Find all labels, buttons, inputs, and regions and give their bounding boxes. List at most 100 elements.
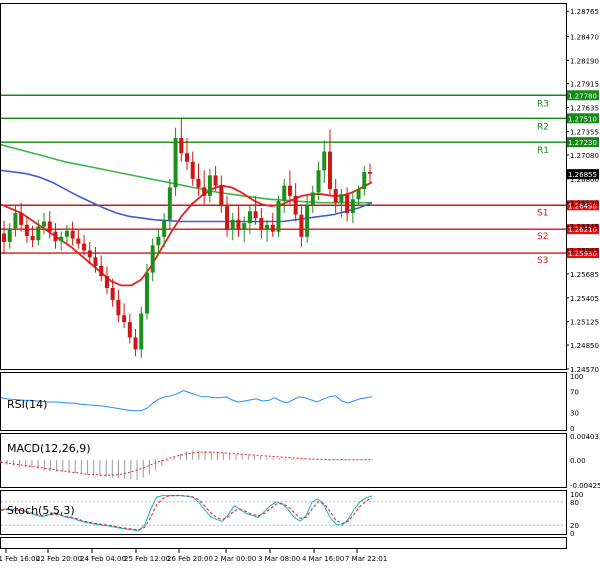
candle-body [316,170,321,193]
level-price-label: 1.27510 [568,115,597,123]
stoch-tick-label: 80 [570,499,579,507]
candle-body [110,287,115,300]
candle-body [242,223,247,230]
candle-body [207,175,212,196]
rsi-label: RSI(14) [7,398,47,411]
y-tick-label: 1.24850 [570,342,599,350]
candle-body [190,161,195,179]
candle-body [179,137,184,154]
y-tick-label: 1.28470 [570,33,599,41]
y-tick-label: 1.27635 [570,105,599,113]
candle-body [53,231,58,242]
rsi-tick-label: 30 [570,409,579,417]
candle-body [362,172,367,190]
rsi-tick-label: 0 [570,425,574,433]
y-tick-label: 1.27080 [570,152,599,160]
candle-body [310,192,315,205]
level-name-s2: S2 [537,232,548,242]
candle-body [253,211,258,219]
x-tick-label: 4 Mar 16:00 [302,555,344,563]
rsi-tick-label: 70 [570,389,579,397]
candle-body [104,276,109,288]
candle-body [322,151,327,171]
candle-body [305,204,310,237]
candle-body [327,151,332,190]
candle-body [345,194,350,213]
candle-body [162,219,167,237]
level-price-label: 1.27230 [568,139,597,147]
candle-body [156,236,161,246]
macd-tick-label: -0.004258 [570,482,600,490]
level-name-s3: S3 [537,256,548,266]
candle-body [122,315,127,323]
y-tick-label: 1.27915 [570,81,599,89]
candle-body [13,212,18,229]
y-tick-label: 1.27355 [570,128,599,136]
candle-body [350,199,355,213]
candle-body [293,195,298,215]
candle-body [24,224,29,236]
candle-body [47,221,52,232]
y-tick-label: 1.25685 [570,271,599,279]
x-tick-label: 22 Feb 20:00 [36,555,82,563]
candle-body [87,250,92,258]
candle-body [225,206,230,230]
candle-body [139,313,144,350]
candle-body [30,235,35,241]
candle-body [202,187,207,196]
y-tick-label: 1.28765 [570,8,599,16]
candle-body [144,272,149,314]
candle-body [196,178,201,188]
x-tick-label: 24 Feb 04:00 [80,555,126,563]
level-name-s1: S1 [537,208,548,218]
y-tick-label: 1.25965 [570,247,599,255]
x-tick-label: 7 Mar 22:01 [345,555,387,563]
candle-body [150,245,155,273]
level-name-r3: R3 [537,99,549,109]
candle-body [42,221,47,227]
candle-body [276,200,281,232]
candle-body [167,187,172,220]
candle-body [64,230,69,237]
candle-body [93,257,98,266]
candle-body [2,233,6,242]
stoch-tick-label: 100 [570,491,583,499]
candle-body [185,153,189,162]
candle-body [339,194,344,203]
candle-body [99,265,104,277]
candle-body [19,212,24,225]
candle-body [299,214,304,237]
stoch-label: Stoch(5,5,3) [7,504,75,517]
level-price-label: 1.27780 [568,92,597,100]
y-tick-label: 1.28190 [570,57,599,65]
current-price-label: 1.26855 [568,171,597,179]
candle-body [356,189,361,200]
candle-body [70,230,75,239]
x-tick-label: 26 Feb 20:00 [167,555,213,563]
candle-body [127,322,132,338]
candle-body [236,219,241,230]
candle-body [368,172,372,174]
candle-body [219,185,224,207]
chart-canvas: R31.27780R21.27510R11.27230S11.26490S21.… [0,0,600,569]
candle-body [7,228,12,242]
x-tick-label: 2 Mar 00:00 [214,555,256,563]
stoch-tick-label: 0 [570,530,574,538]
candle-body [282,185,287,201]
candle-body [133,337,138,350]
candle-body [230,219,235,230]
candle-body [259,218,264,230]
macd-tick-label: 0.00 [570,457,586,465]
candle-body [173,137,178,188]
macd-tick-label: 0.004032 [570,433,600,441]
candle-body [213,175,218,186]
candle-body [76,238,81,244]
level-name-r2: R2 [537,122,549,132]
candle-body [59,236,64,242]
x-tick-label: 21 Feb 16:00 [0,555,40,563]
y-tick-label: 1.26245 [570,223,599,231]
rsi-tick-label: 100 [570,373,583,381]
x-tick-label: 25 Feb 12:00 [124,555,170,563]
y-tick-label: 1.25405 [570,295,599,303]
candle-body [265,224,270,230]
